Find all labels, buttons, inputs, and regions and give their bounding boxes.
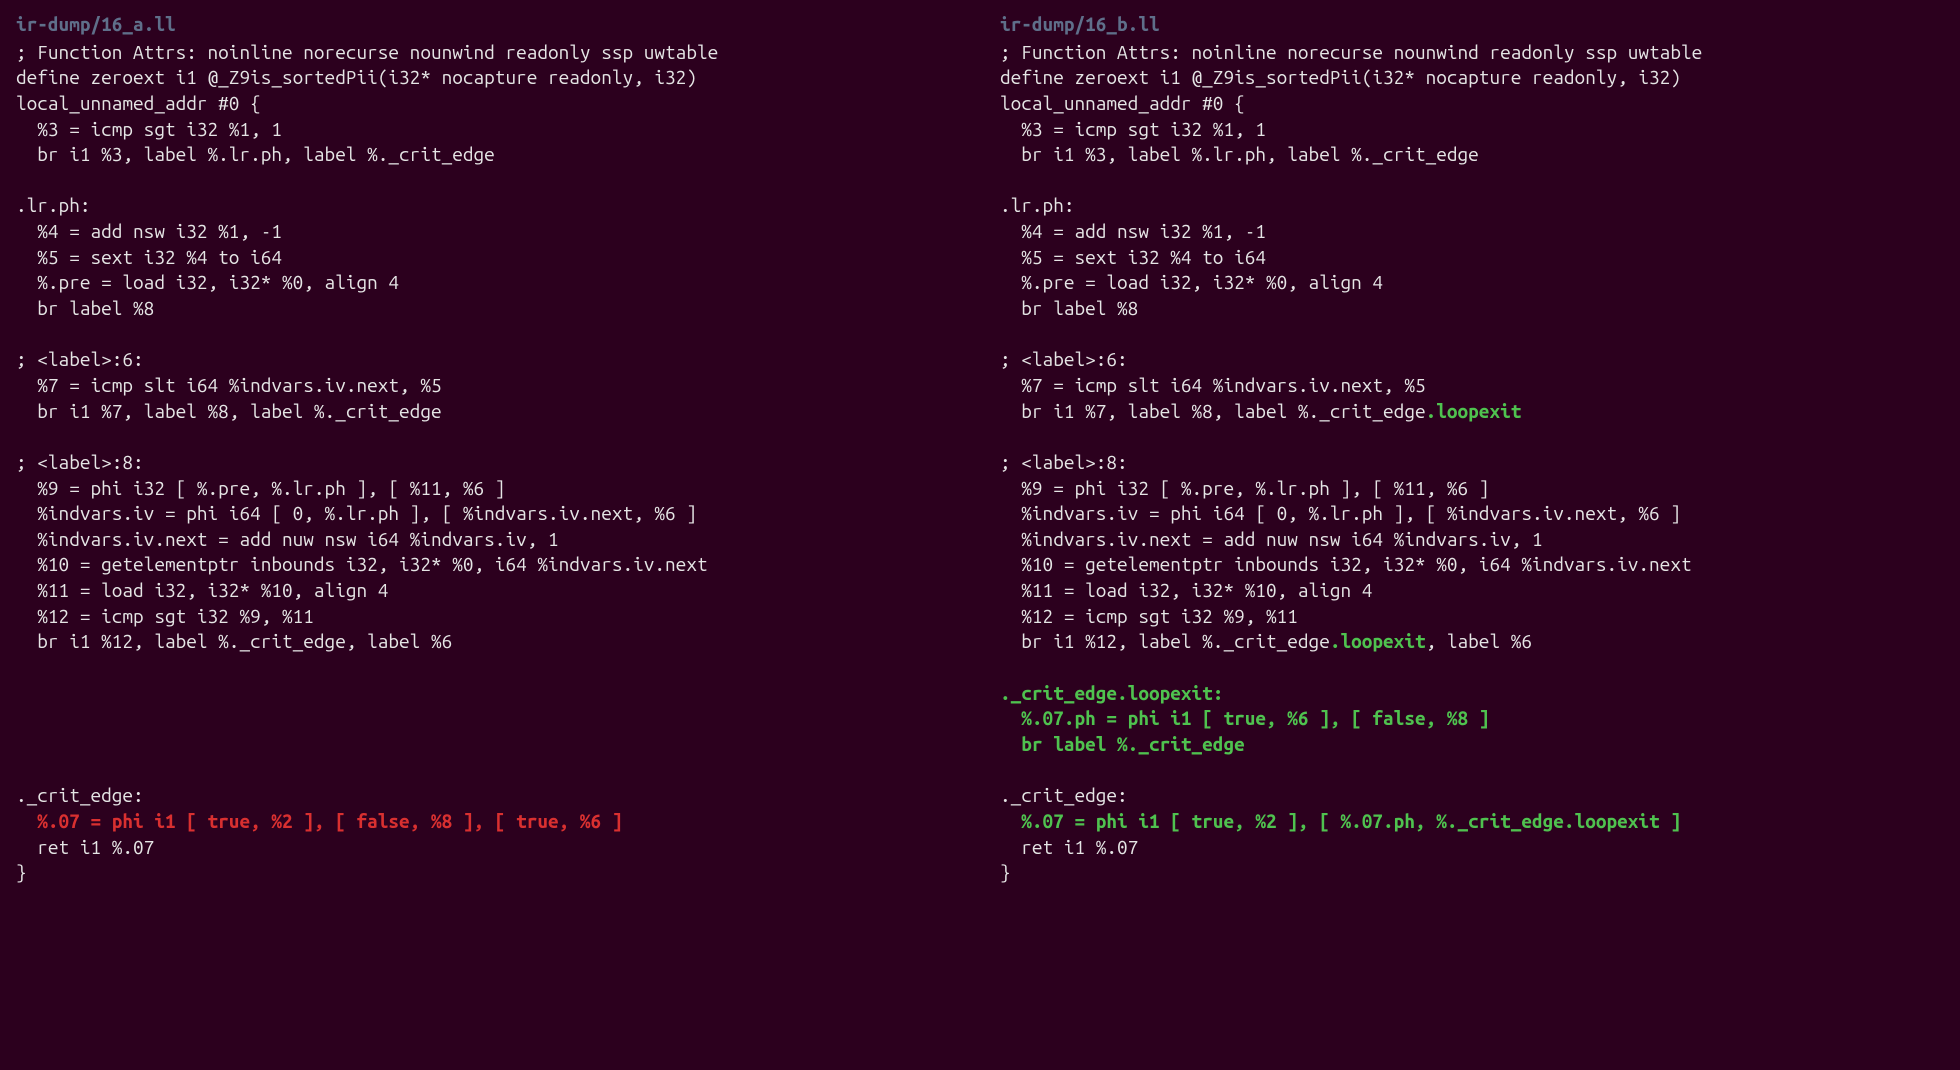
left-line[interactable] — [16, 424, 960, 450]
right-line[interactable]: %.07.ph = phi i1 [ true, %6 ], [ false, … — [1000, 706, 1944, 732]
left-line[interactable]: br i1 %7, label %8, label %._crit_edge — [16, 399, 960, 425]
right-line[interactable] — [1000, 168, 1944, 194]
left-line[interactable]: ret i1 %.07 — [16, 835, 960, 861]
right-line[interactable]: %indvars.iv = phi i64 [ 0, %.lr.ph ], [ … — [1000, 501, 1944, 527]
left-line[interactable]: %11 = load i32, i32* %10, align 4 — [16, 578, 960, 604]
left-line[interactable] — [16, 706, 960, 732]
left-line[interactable]: .lr.ph: — [16, 193, 960, 219]
diff-segment: .loopexit — [1330, 630, 1426, 652]
right-line[interactable]: %7 = icmp slt i64 %indvars.iv.next, %5 — [1000, 373, 1944, 399]
left-line[interactable] — [16, 732, 960, 758]
right-line[interactable]: define zeroext i1 @_Z9is_sortedPii(i32* … — [1000, 65, 1944, 91]
right-line[interactable] — [1000, 655, 1944, 681]
right-line[interactable]: br i1 %7, label %8, label %._crit_edge.l… — [1000, 399, 1944, 425]
diff-segment: , label %6 — [1426, 630, 1532, 652]
right-line[interactable]: br i1 %12, label %._crit_edge.loopexit, … — [1000, 629, 1944, 655]
right-line[interactable]: .lr.ph: — [1000, 193, 1944, 219]
right-line[interactable]: ._crit_edge.loopexit: — [1000, 681, 1944, 707]
right-line[interactable]: br label %._crit_edge — [1000, 732, 1944, 758]
right-file-header: ir-dump/16_b.ll — [1000, 12, 1944, 38]
diff-segment: br i1 %12, label %._crit_edge — [1000, 630, 1330, 652]
left-line[interactable] — [16, 758, 960, 784]
left-line[interactable]: %9 = phi i32 [ %.pre, %.lr.ph ], [ %11, … — [16, 476, 960, 502]
left-line[interactable]: %7 = icmp slt i64 %indvars.iv.next, %5 — [16, 373, 960, 399]
left-line[interactable]: %indvars.iv = phi i64 [ 0, %.lr.ph ], [ … — [16, 501, 960, 527]
left-line[interactable]: ; Function Attrs: noinline norecurse nou… — [16, 40, 960, 66]
left-line[interactable] — [16, 655, 960, 681]
left-code[interactable]: ; Function Attrs: noinline norecurse nou… — [16, 40, 960, 886]
right-line[interactable]: local_unnamed_addr #0 { — [1000, 91, 1944, 117]
left-line[interactable]: %3 = icmp sgt i32 %1, 1 — [16, 117, 960, 143]
right-line[interactable] — [1000, 322, 1944, 348]
right-line[interactable]: br label %8 — [1000, 296, 1944, 322]
left-line[interactable]: ; <label>:6: — [16, 347, 960, 373]
right-line[interactable]: %indvars.iv.next = add nuw nsw i64 %indv… — [1000, 527, 1944, 553]
left-pane: ir-dump/16_a.ll ; Function Attrs: noinli… — [16, 12, 960, 886]
right-line[interactable]: %3 = icmp sgt i32 %1, 1 — [1000, 117, 1944, 143]
left-line[interactable]: %.pre = load i32, i32* %0, align 4 — [16, 270, 960, 296]
right-line[interactable] — [1000, 424, 1944, 450]
left-line[interactable]: br i1 %12, label %._crit_edge, label %6 — [16, 629, 960, 655]
right-line[interactable]: ._crit_edge: — [1000, 783, 1944, 809]
left-line[interactable] — [16, 168, 960, 194]
left-line[interactable]: ; <label>:8: — [16, 450, 960, 476]
right-line[interactable]: %9 = phi i32 [ %.pre, %.lr.ph ], [ %11, … — [1000, 476, 1944, 502]
left-line[interactable]: %4 = add nsw i32 %1, -1 — [16, 219, 960, 245]
left-line[interactable]: br i1 %3, label %.lr.ph, label %._crit_e… — [16, 142, 960, 168]
right-line[interactable]: %5 = sext i32 %4 to i64 — [1000, 245, 1944, 271]
left-file-header: ir-dump/16_a.ll — [16, 12, 960, 38]
left-line[interactable]: ._crit_edge: — [16, 783, 960, 809]
right-line[interactable]: } — [1000, 860, 1944, 886]
left-line[interactable]: %12 = icmp sgt i32 %9, %11 — [16, 604, 960, 630]
left-line[interactable]: } — [16, 860, 960, 886]
right-pane: ir-dump/16_b.ll ; Function Attrs: noinli… — [1000, 12, 1944, 886]
right-line[interactable]: %4 = add nsw i32 %1, -1 — [1000, 219, 1944, 245]
left-line[interactable]: %indvars.iv.next = add nuw nsw i64 %indv… — [16, 527, 960, 553]
diff-segment: .loopexit — [1426, 400, 1522, 422]
right-line[interactable]: %.07 = phi i1 [ true, %2 ], [ %.07.ph, %… — [1000, 809, 1944, 835]
right-line[interactable] — [1000, 758, 1944, 784]
right-line[interactable]: ret i1 %.07 — [1000, 835, 1944, 861]
right-line[interactable]: ; <label>:6: — [1000, 347, 1944, 373]
left-line[interactable]: define zeroext i1 @_Z9is_sortedPii(i32* … — [16, 65, 960, 91]
left-line[interactable] — [16, 322, 960, 348]
diff-container: ir-dump/16_a.ll ; Function Attrs: noinli… — [16, 12, 1944, 886]
left-line[interactable] — [16, 681, 960, 707]
left-line[interactable]: %.07 = phi i1 [ true, %2 ], [ false, %8 … — [16, 809, 960, 835]
right-line[interactable]: %.pre = load i32, i32* %0, align 4 — [1000, 270, 1944, 296]
left-line[interactable]: %5 = sext i32 %4 to i64 — [16, 245, 960, 271]
right-line[interactable]: %11 = load i32, i32* %10, align 4 — [1000, 578, 1944, 604]
right-code[interactable]: ; Function Attrs: noinline norecurse nou… — [1000, 40, 1944, 886]
right-line[interactable]: br i1 %3, label %.lr.ph, label %._crit_e… — [1000, 142, 1944, 168]
right-line[interactable]: ; <label>:8: — [1000, 450, 1944, 476]
diff-segment: br i1 %7, label %8, label %._crit_edge — [1000, 400, 1426, 422]
left-line[interactable]: local_unnamed_addr #0 { — [16, 91, 960, 117]
right-line[interactable]: %10 = getelementptr inbounds i32, i32* %… — [1000, 552, 1944, 578]
right-line[interactable]: %12 = icmp sgt i32 %9, %11 — [1000, 604, 1944, 630]
left-line[interactable]: %10 = getelementptr inbounds i32, i32* %… — [16, 552, 960, 578]
left-line[interactable]: br label %8 — [16, 296, 960, 322]
right-line[interactable]: ; Function Attrs: noinline norecurse nou… — [1000, 40, 1944, 66]
